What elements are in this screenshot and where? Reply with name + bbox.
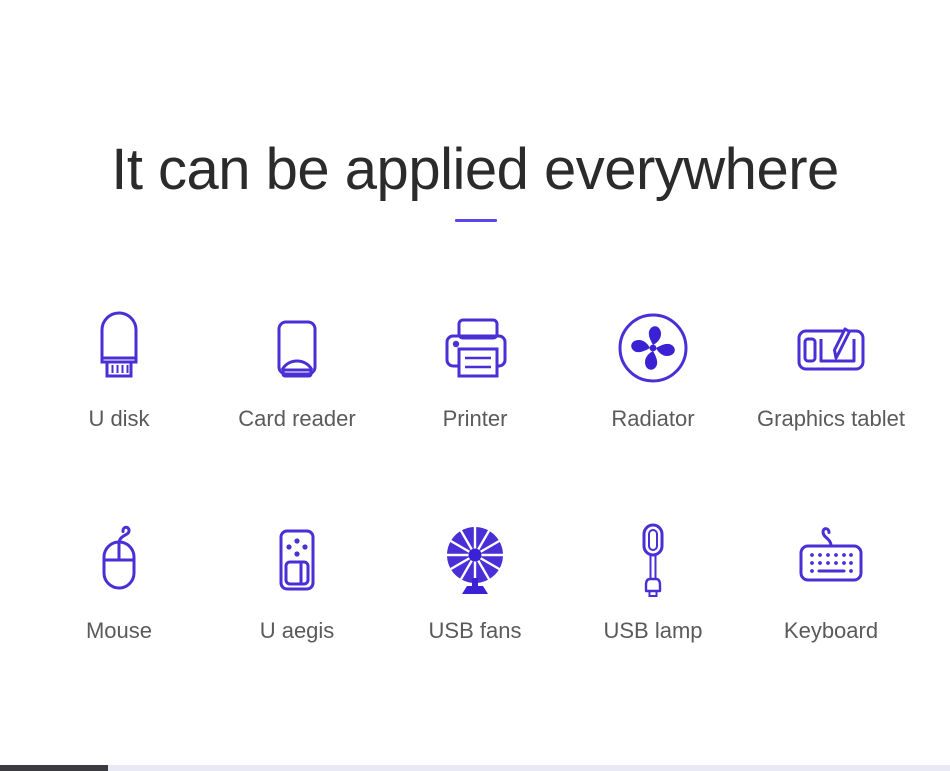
keyboard-icon <box>788 512 874 608</box>
horizontal-scrollbar-thumb[interactable] <box>0 765 108 771</box>
usb-lamp-icon <box>628 512 678 608</box>
device-label: USB lamp <box>603 618 703 643</box>
horizontal-scrollbar-track[interactable] <box>0 765 950 771</box>
card-reader-icon <box>262 300 332 396</box>
device-label: Radiator <box>611 406 695 431</box>
device-item-mouse[interactable]: Mouse <box>30 512 208 644</box>
page-title: It can be applied everywhere <box>111 136 839 202</box>
mouse-icon <box>84 512 154 608</box>
device-item-printer[interactable]: Printer <box>386 300 564 432</box>
radiator-fan-icon <box>613 300 693 396</box>
device-label: Keyboard <box>783 618 879 643</box>
device-row: Mouse U aegis USB fans USB lamp Keyboard <box>30 512 920 644</box>
device-label: Printer <box>442 406 508 431</box>
printer-icon <box>434 300 516 396</box>
device-label: Graphics tablet <box>757 406 905 431</box>
device-item-radiator[interactable]: Radiator <box>564 300 742 432</box>
device-row: U disk Card reader Printer Radiator Grap… <box>30 300 920 432</box>
device-grid: U disk Card reader Printer Radiator Grap… <box>30 300 920 644</box>
device-item-keyboard[interactable]: Keyboard <box>742 512 920 644</box>
title-divider <box>455 219 497 222</box>
device-label: Card reader <box>238 406 356 431</box>
device-label: Mouse <box>85 618 153 643</box>
device-item-u-aegis[interactable]: U aegis <box>208 512 386 644</box>
usb-flash-drive-icon <box>84 300 154 396</box>
device-item-graphics-tablet[interactable]: Graphics tablet <box>742 300 920 432</box>
graphics-tablet-icon <box>788 300 874 396</box>
device-label: U aegis <box>259 618 335 643</box>
device-item-u-disk[interactable]: U disk <box>30 300 208 432</box>
usb-fan-icon <box>434 512 516 608</box>
device-label: U disk <box>88 406 150 431</box>
page-root: It can be applied everywhere U disk Card… <box>0 0 950 771</box>
u-aegis-icon <box>262 512 332 608</box>
device-item-card-reader[interactable]: Card reader <box>208 300 386 432</box>
device-item-usb-lamp[interactable]: USB lamp <box>564 512 742 644</box>
device-item-usb-fans[interactable]: USB fans <box>386 512 564 644</box>
device-label: USB fans <box>428 618 522 643</box>
